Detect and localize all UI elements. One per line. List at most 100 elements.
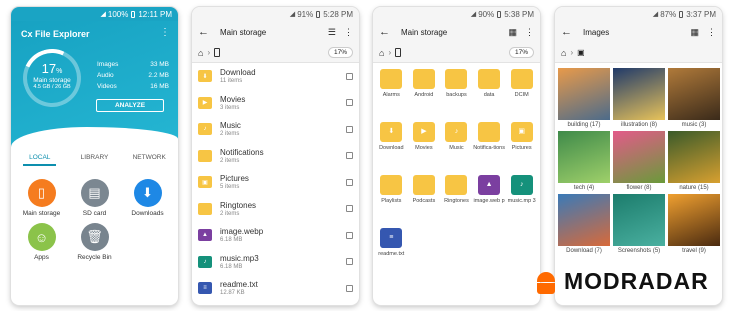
folder-icon — [445, 175, 468, 195]
more-menu-icon[interactable]: ⋮ — [344, 27, 353, 38]
grid-item[interactable]: ♪ music.mp 3 — [505, 175, 538, 224]
file-name: Pictures — [220, 174, 249, 184]
grid-item[interactable]: Playlists — [375, 175, 408, 224]
usage-chip[interactable]: 17% — [327, 47, 353, 58]
album-label: building (17) — [567, 122, 601, 128]
list-item[interactable]: ▶ Movies 3 items — [192, 90, 359, 117]
item-name: Playlists — [381, 198, 402, 204]
category-recycle-bin[interactable]: 🗑 Recycle Bin — [68, 223, 121, 261]
battery-icon — [316, 10, 321, 18]
album-thumbnail[interactable]: music (3) — [668, 68, 720, 128]
tab-local[interactable]: LOCAL — [23, 154, 57, 166]
list-item[interactable]: ▲ image.webp 6.18 MB — [192, 222, 359, 249]
select-checkbox[interactable] — [346, 284, 353, 292]
phone-storage-icon[interactable] — [214, 48, 221, 57]
album-thumbnail[interactable]: nature (15) — [668, 131, 720, 191]
select-checkbox[interactable] — [346, 152, 353, 160]
album-thumbnail[interactable]: travel (9) — [668, 194, 720, 254]
category-main-storage[interactable]: ▯ Main storage — [15, 179, 68, 217]
storage-hero: Cx File Explorer ⋮ 17% Main storage 4.5 … — [11, 21, 178, 149]
album-label: flower (8) — [626, 185, 652, 191]
grid-item[interactable]: data — [473, 69, 506, 118]
file-list: ⬇ Download 11 items ▶ Movies 3 items ♪ Music 2 i… — [192, 63, 359, 302]
image-icon[interactable]: ▣ — [577, 48, 585, 57]
list-item[interactable]: ≡ readme.txt 12.87 KB — [192, 275, 359, 302]
text-file-icon: ≡ — [198, 282, 212, 295]
list-item[interactable]: Notifications 2 items — [192, 143, 359, 170]
grid-item[interactable]: Podcasts — [408, 175, 441, 224]
grid-view-icon[interactable]: ▦ — [508, 27, 517, 38]
category-downloads[interactable]: ⬇ Downloads — [121, 179, 174, 217]
grid-item[interactable]: DCIM — [505, 69, 538, 118]
folder-icon — [198, 202, 212, 215]
category-label: Downloads — [131, 210, 164, 217]
album-image — [668, 68, 720, 120]
select-checkbox[interactable] — [346, 205, 353, 213]
grid-item[interactable]: ▲ image.web p — [473, 175, 506, 224]
more-menu-icon[interactable]: ⋮ — [160, 27, 170, 38]
album-thumbnail[interactable]: Download (7) — [558, 194, 610, 254]
grid-item[interactable]: ♪ Music — [440, 122, 473, 171]
item-name: image.web p — [473, 198, 505, 204]
back-arrow-icon[interactable]: ← — [561, 26, 583, 38]
grid-item[interactable]: ⬇ Download — [375, 122, 408, 171]
back-arrow-icon[interactable]: ← — [379, 26, 401, 38]
list-item[interactable]: ▣ Pictures 5 items — [192, 169, 359, 196]
grid-item[interactable]: ▣ Pictures — [505, 122, 538, 171]
folder-icon — [198, 149, 212, 162]
file-info: readme.txt 12.87 KB — [220, 280, 346, 296]
album-thumbnail[interactable]: illustration (8) — [613, 68, 665, 128]
grid-item[interactable]: ≡ readme.txt — [375, 228, 408, 277]
grid-view-icon[interactable]: ▦ — [690, 27, 699, 38]
grid-item[interactable]: Ringtones — [440, 175, 473, 224]
select-checkbox[interactable] — [346, 125, 353, 133]
list-item[interactable]: Ringtones 2 items — [192, 196, 359, 223]
storage-summary[interactable]: 17% Main storage 4.5 GB / 26 GB — [23, 49, 81, 107]
grid-item[interactable]: ▶ Movies — [408, 122, 441, 171]
grid-item[interactable]: Android — [408, 69, 441, 118]
tab-library[interactable]: LIBRARY — [81, 154, 109, 166]
images-screen: ◢ 87% 3:37 PM ← Images ▦ ⋮ ⌂ › ▣ buildin… — [555, 7, 722, 305]
home-icon[interactable]: ⌂ — [379, 48, 384, 58]
phone-storage-icon[interactable] — [395, 48, 402, 57]
usage-chip[interactable]: 17% — [508, 47, 534, 58]
home-icon[interactable]: ⌂ — [198, 48, 203, 58]
list-view-icon[interactable]: ☰ — [328, 27, 336, 38]
category-sd-card[interactable]: ▤ SD card — [68, 179, 121, 217]
grid-item[interactable]: Alarms — [375, 69, 408, 118]
album-thumbnail[interactable]: building (17) — [558, 68, 610, 128]
back-arrow-icon[interactable]: ← — [198, 26, 220, 38]
file-name: music.mp3 — [220, 253, 259, 263]
folder-icon — [412, 69, 435, 89]
clock: 5:38 PM — [504, 9, 534, 19]
list-item[interactable]: ♪ Music 2 items — [192, 116, 359, 143]
select-checkbox[interactable] — [346, 178, 353, 186]
file-name: Download — [220, 68, 256, 78]
chevron-right-icon: › — [207, 48, 211, 57]
home-icon[interactable]: ⌂ — [561, 48, 566, 58]
select-checkbox[interactable] — [346, 99, 353, 107]
category-apps[interactable]: ☺ Apps — [15, 223, 68, 261]
album-image — [668, 131, 720, 183]
more-menu-icon[interactable]: ⋮ — [707, 27, 716, 38]
album-thumbnail[interactable]: tech (4) — [558, 131, 610, 191]
grid-item[interactable]: Notifica-tions — [473, 122, 506, 171]
item-name: Alarms — [382, 92, 400, 98]
folder-icon — [478, 122, 501, 142]
more-menu-icon[interactable]: ⋮ — [525, 27, 534, 38]
analyze-button[interactable]: ANALYZE — [96, 99, 164, 112]
album-thumbnail[interactable]: Screenshots (5) — [613, 194, 665, 254]
item-name: music.mp 3 — [507, 198, 536, 204]
select-checkbox[interactable] — [346, 231, 353, 239]
select-checkbox[interactable] — [346, 258, 353, 266]
list-item[interactable]: ♪ music.mp3 6.18 MB — [192, 249, 359, 276]
list-item[interactable]: ⬇ Download 11 items — [192, 63, 359, 90]
signal-icon: ◢ — [289, 11, 295, 18]
tab-network[interactable]: NETWORK — [133, 154, 166, 166]
grid-item[interactable]: backups — [440, 69, 473, 118]
watermark-text: MODRADAR — [564, 268, 709, 294]
album-label: tech (4) — [573, 185, 595, 191]
album-thumbnail[interactable]: flower (8) — [613, 131, 665, 191]
select-checkbox[interactable] — [346, 72, 353, 80]
file-meta: 6.18 MB — [220, 263, 243, 270]
